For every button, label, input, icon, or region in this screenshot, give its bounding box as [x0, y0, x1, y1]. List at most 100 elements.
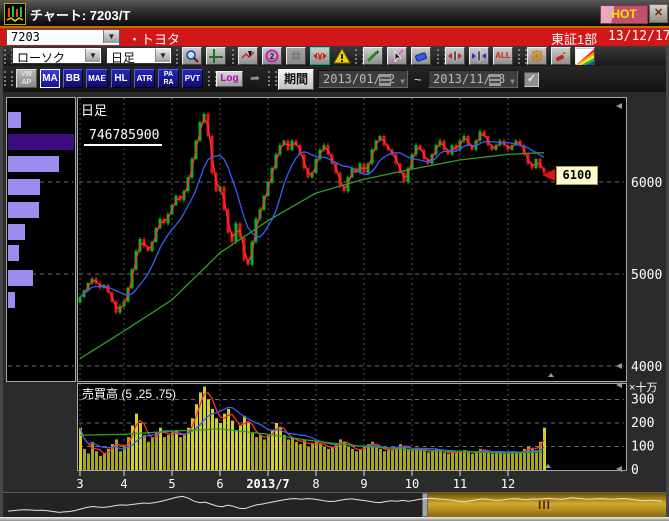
indicator-ma-button[interactable]: MA [40, 69, 60, 88]
total-volume-label: 746785900 [84, 128, 162, 146]
dynamite-icon [554, 49, 568, 63]
crosshair-button[interactable] [206, 47, 226, 65]
svg-text:10: 10 [405, 477, 419, 491]
last-price-arrow-icon [542, 169, 555, 181]
indicator-atr-button[interactable]: ATR [134, 69, 155, 88]
svg-text:5: 5 [168, 477, 175, 491]
color-palette-button[interactable] [575, 47, 595, 65]
close-button[interactable]: ✕ [649, 4, 668, 23]
window-edge-left [0, 45, 3, 517]
circled-2-icon: 2 [265, 49, 279, 63]
svg-text:5000: 5000 [631, 268, 662, 283]
chart-type-value: ローソク [17, 49, 65, 66]
date-to-field[interactable]: 2013/11/18 ▼ [428, 70, 518, 88]
quote-bar: 7203 ▼ ・トヨタ 東証1部 13/12/17 [0, 28, 669, 45]
calendar-icon[interactable] [489, 74, 501, 86]
svg-text:200: 200 [631, 416, 654, 431]
zoom-icon [185, 49, 199, 63]
svg-text:4: 4 [120, 477, 127, 491]
yen-width-icon: ¥ [313, 49, 327, 63]
crosshair-icon [209, 49, 223, 63]
indicator-hl-button[interactable]: HL [111, 69, 131, 88]
toolbar-main: ローソク ▼ 日足 ▼ 2 ¥ [0, 45, 669, 67]
period-button[interactable]: 期間 [278, 69, 314, 90]
date-from-field[interactable]: 2013/01/22 ▼ [318, 70, 408, 88]
chevron-down-icon[interactable]: ▼ [85, 49, 100, 62]
select-cursor-icon [390, 49, 404, 63]
navigator-left-handle[interactable] [422, 493, 428, 517]
hot-badge[interactable]: HOT [600, 5, 648, 24]
toolbar-grip[interactable] [518, 49, 527, 64]
chevron-down-icon[interactable]: ▼ [155, 49, 170, 62]
indicator-pvt-button[interactable]: PVT [182, 69, 203, 88]
volume-panel-label: 売買高 (5 ,25 ,75) [82, 385, 176, 402]
svg-text:6: 6 [216, 477, 223, 491]
window-title: チャート: 7203/T [30, 5, 130, 24]
eraser-icon [414, 49, 428, 63]
web-layout-button[interactable] [527, 47, 547, 65]
symbol-combobox[interactable]: 7203 ▼ [6, 29, 120, 46]
toolbar-indicators: VWAP MA BB MAE HL ATR PARA PVT Log ➦ 期間 … [0, 66, 669, 92]
navigator-grip[interactable]: III [538, 498, 551, 512]
symbol-code: 7203 [11, 30, 40, 44]
svg-text:2: 2 [270, 52, 275, 61]
trend-tool-button[interactable] [238, 47, 258, 65]
svg-text:0: 0 [631, 463, 639, 478]
alert-button[interactable] [333, 48, 351, 64]
svg-text:9: 9 [360, 477, 367, 491]
tools-button[interactable] [551, 47, 571, 65]
timeframe-value: 日足 [111, 49, 135, 66]
expand-bars-icon [448, 49, 462, 63]
svg-text:4000: 4000 [631, 360, 662, 375]
narrow-bars-button[interactable] [469, 47, 489, 65]
zoom-button[interactable] [182, 47, 202, 65]
calendar-icon[interactable] [379, 74, 391, 86]
svg-text:2013/7: 2013/7 [246, 477, 289, 491]
svg-text:6000: 6000 [631, 176, 662, 191]
toolbar-grip[interactable] [268, 71, 277, 86]
annotation-button[interactable]: 2 [262, 47, 282, 65]
indicator-para-button[interactable]: PARA [158, 69, 179, 88]
widen-bars-button[interactable] [445, 47, 465, 65]
last-price-flag: 6100 [556, 166, 598, 185]
pen-icon [366, 49, 380, 63]
svg-text:11: 11 [453, 477, 467, 491]
warning-icon [333, 48, 351, 64]
chevron-down-icon[interactable]: ▼ [400, 74, 405, 90]
net-icon [530, 49, 544, 63]
chevron-down-icon[interactable]: ▼ [510, 74, 515, 90]
svg-text:100: 100 [631, 440, 654, 455]
select-cursor-button[interactable] [387, 47, 407, 65]
yen-scale-button[interactable]: ¥ [310, 47, 330, 65]
quote-date: 13/12/17 [608, 29, 669, 44]
svg-text:3: 3 [76, 477, 83, 491]
grid-icon [289, 49, 303, 63]
volume-unit-label: ×十万 [629, 379, 657, 395]
show-all-button[interactable]: ALL [493, 47, 513, 65]
toolbar-grip[interactable] [4, 71, 13, 86]
price-by-volume-panel [6, 97, 76, 382]
indicator-mae-button[interactable]: MAE [86, 69, 108, 88]
window-edge-bottom [0, 517, 669, 521]
title-bar[interactable]: チャート: 7203/T HOT ✕ [0, 0, 669, 26]
chart-window: チャート: 7203/T HOT ✕ 7203 ▼ ・トヨタ 東証1部 13/1… [0, 0, 669, 521]
grid-tool-button[interactable] [286, 47, 306, 65]
eraser-button[interactable] [411, 47, 431, 65]
log-scale-button[interactable]: Log [216, 71, 243, 87]
panel-timeframe-label: 日足 [81, 100, 107, 119]
date-range-tilde: ~ [414, 72, 422, 87]
indicator-bb-button[interactable]: BB [63, 69, 83, 88]
chevron-down-icon[interactable]: ▼ [103, 30, 119, 43]
svg-text:¥: ¥ [317, 52, 323, 63]
trend-arrow-icon [241, 49, 255, 63]
period-checkbox[interactable]: ✓ [524, 72, 539, 87]
svg-text:12: 12 [501, 477, 515, 491]
draw-pen-button[interactable] [363, 47, 383, 65]
chart-type-select[interactable]: ローソク ▼ [12, 47, 102, 64]
svg-text:8: 8 [312, 477, 319, 491]
indicator-vwap-button[interactable]: VWAP [16, 69, 37, 88]
rainbow-icon [576, 49, 594, 65]
redo-arrow-icon[interactable]: ➦ [246, 71, 264, 87]
timeframe-select[interactable]: 日足 ▼ [106, 47, 172, 64]
chart-app-icon [4, 3, 26, 25]
